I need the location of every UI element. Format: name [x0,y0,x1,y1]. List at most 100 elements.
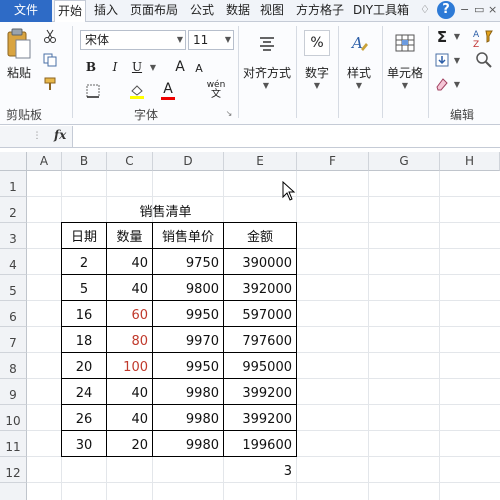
tab-diy-toolbox[interactable]: DIY工具箱 [350,0,412,22]
tab-page-layout[interactable]: 页面布局 [126,0,182,22]
window-close-icon[interactable]: × [488,3,497,16]
cell-date[interactable]: 5 [62,275,106,300]
cell-date[interactable]: 16 [62,301,106,326]
number-label[interactable]: 数字 [298,64,336,81]
cell-unit-price[interactable]: 9750 [153,249,223,274]
row-header-3[interactable]: 3 [0,223,27,249]
cell-date[interactable]: 18 [62,327,106,352]
chevron-down-icon[interactable]: ▼ [399,80,411,90]
paste-icon[interactable] [6,28,32,60]
column-header-h[interactable]: H [440,152,500,171]
copy-icon[interactable] [42,52,58,68]
cell-amount[interactable]: 390000 [224,249,296,274]
column-header-e[interactable]: E [224,152,297,171]
cell-quantity-highlight[interactable]: 80 [107,327,152,352]
font-size-combo[interactable]: 11 ▼ [188,30,234,50]
file-tab[interactable]: 文件 [0,0,52,22]
tab-home[interactable]: 开始 [54,0,86,23]
paste-label[interactable]: 粘贴 [4,64,34,81]
styles-icon[interactable]: A [346,30,372,56]
styles-label[interactable]: 样式 [340,64,378,81]
alignment-label[interactable]: 对齐方式 [240,64,294,81]
cell-unit-price[interactable]: 9970 [153,327,223,352]
insert-function-button[interactable]: fx [54,128,66,142]
cell-quantity-highlight[interactable]: 60 [107,301,152,326]
chevron-down-icon[interactable]: ▼ [311,80,323,90]
cell-unit-price[interactable]: 9950 [153,353,223,378]
row-header-7[interactable]: 7 [0,327,27,353]
row-header-8[interactable]: 8 [0,353,27,379]
underline-button[interactable]: U [130,58,144,76]
cell-amount[interactable]: 399200 [224,405,296,430]
cell-quantity[interactable]: 20 [107,431,152,456]
header-unit-price[interactable]: 销售单价 [153,223,223,248]
tab-formulas[interactable]: 公式 [186,0,218,22]
row-header-9[interactable]: 9 [0,379,27,405]
cell-amount[interactable]: 199600 [224,431,296,456]
row-header-5[interactable]: 5 [0,275,27,301]
minimize-ribbon-icon[interactable]: ♢ [420,3,430,16]
cell-amount[interactable]: 797600 [224,327,296,352]
row-header-2[interactable]: 2 [0,197,27,223]
bold-button[interactable]: B [84,58,98,76]
help-icon[interactable]: ? [437,1,455,19]
cell-unit-price[interactable]: 9980 [153,405,223,430]
row-header-12[interactable]: 12 [0,457,27,483]
window-minimize-icon[interactable]: − [460,3,469,16]
cell-date[interactable]: 30 [62,431,106,456]
cell-quantity[interactable]: 40 [107,275,152,300]
column-header-g[interactable]: G [369,152,440,171]
font-name-combo[interactable]: 宋体 ▼ [80,30,186,50]
tab-view[interactable]: 视图 [256,0,288,22]
cell-quantity[interactable]: 40 [107,405,152,430]
row-header-10[interactable]: 10 [0,405,27,431]
column-header-d[interactable]: D [153,152,224,171]
tab-insert[interactable]: 插入 [90,0,122,22]
more-icon[interactable]: ⋮ [30,129,44,143]
chevron-down-icon[interactable]: ▼ [353,80,365,90]
sheet-title[interactable]: 销售清单 [107,197,224,223]
row-header-11[interactable]: 11 [0,431,27,457]
column-header-f[interactable]: F [297,152,369,171]
cell-unit-price[interactable]: 9950 [153,301,223,326]
shrink-font-button[interactable]: A [192,60,206,76]
sort-filter-icon[interactable]: AZ [470,26,496,52]
cell-e12[interactable]: 3 [224,457,296,482]
fill-down-icon[interactable] [434,52,450,68]
chevron-down-icon[interactable]: ▼ [452,54,462,66]
cell-unit-price[interactable]: 9800 [153,275,223,300]
row-header-1[interactable]: 1 [0,171,27,197]
header-amount[interactable]: 金额 [224,223,296,248]
align-icon[interactable] [254,30,280,56]
row-header-6[interactable]: 6 [0,301,27,327]
column-header-c[interactable]: C [107,152,153,171]
cell-date[interactable]: 20 [62,353,106,378]
window-restore-icon[interactable]: ▭ [474,3,484,16]
border-icon[interactable] [84,82,102,100]
chevron-down-icon[interactable]: ▼ [452,78,462,90]
cells-icon[interactable] [392,30,418,56]
header-date[interactable]: 日期 [62,223,106,248]
select-all-corner[interactable] [0,152,27,171]
grow-font-button[interactable]: A [172,58,188,76]
tab-data[interactable]: 数据 [222,0,254,22]
dialog-launcher-icon[interactable]: ↘ [224,108,234,118]
format-painter-icon[interactable] [42,76,58,92]
tab-fangfang[interactable]: 方方格子 [292,0,348,22]
clear-icon[interactable] [434,76,450,92]
header-quantity[interactable]: 数量 [107,223,152,248]
italic-button[interactable]: I [108,58,122,76]
cell-amount[interactable]: 399200 [224,379,296,404]
cell-unit-price[interactable]: 9980 [153,431,223,456]
autosum-button[interactable]: Σ [434,28,450,46]
cell-quantity[interactable]: 40 [107,249,152,274]
fill-color-icon[interactable] [128,82,146,100]
cell-unit-price[interactable]: 9980 [153,379,223,404]
cell-date[interactable]: 2 [62,249,106,274]
cell-amount[interactable]: 995000 [224,353,296,378]
row-header-4[interactable]: 4 [0,249,27,275]
cell-amount[interactable]: 597000 [224,301,296,326]
font-color-button[interactable]: A [160,80,176,100]
formula-input[interactable] [72,126,500,147]
cell-date[interactable]: 26 [62,405,106,430]
